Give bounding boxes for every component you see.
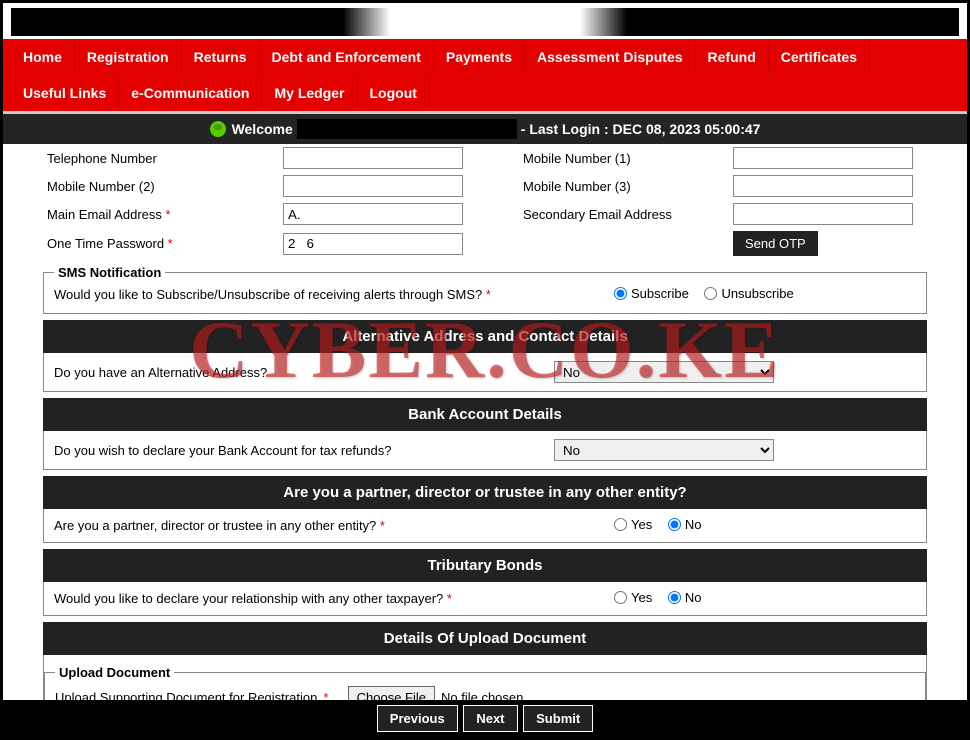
nav-logout[interactable]: Logout [358,75,430,111]
email-input[interactable] [283,203,463,225]
partner-yes-radio[interactable] [614,518,627,531]
send-otp-button[interactable]: Send OTP [733,231,818,256]
nav-debt[interactable]: Debt and Enforcement [260,39,434,75]
nav-refund[interactable]: Refund [696,39,769,75]
mobile3-label: Mobile Number (3) [483,179,733,194]
partner-no-radio[interactable] [668,518,681,531]
alt-address-question: Do you have an Alternative Address? [54,365,554,380]
required-marker: * [166,207,171,222]
partner-no-label: No [685,517,702,532]
mobile2-input[interactable] [283,175,463,197]
trib-yes-radio[interactable] [614,591,627,604]
bank-question: Do you wish to declare your Bank Account… [54,443,554,458]
sms-legend: SMS Notification [54,265,165,280]
header-strip [11,8,959,36]
sms-subscribe-label: Subscribe [631,286,689,301]
telephone-input[interactable] [283,147,463,169]
alt-address-select[interactable]: No [554,361,774,383]
trib-no-radio[interactable] [668,591,681,604]
partner-yes-label: Yes [631,517,652,532]
nav-ledger[interactable]: My Ledger [262,75,357,111]
welcome-bar: Welcome - Last Login : DEC 08, 2023 05:0… [3,114,967,144]
tributary-header: Tributary Bonds [43,549,927,582]
sms-question: Would you like to Subscribe/Unsubscribe … [54,287,486,302]
required-marker: * [486,287,491,302]
nav-ecomm[interactable]: e-Communication [119,75,262,111]
required-marker: * [168,236,173,251]
submit-button[interactable]: Submit [523,705,593,732]
otp-input[interactable] [283,233,463,255]
upload-legend: Upload Document [55,665,174,680]
trib-yes-label: Yes [631,590,652,605]
nav-payments[interactable]: Payments [434,39,525,75]
trib-no-label: No [685,590,702,605]
telephone-label: Telephone Number [43,151,283,166]
otp-label: One Time Password [47,236,168,251]
required-marker: * [447,591,452,606]
nav-links[interactable]: Useful Links [11,75,119,111]
mobile3-input[interactable] [733,175,913,197]
email2-label: Secondary Email Address [483,207,733,222]
sms-unsubscribe-label: Unsubscribe [721,286,793,301]
partner-question: Are you a partner, director or trustee i… [54,518,380,533]
email-label: Main Email Address [47,207,166,222]
welcome-prefix: Welcome [232,121,293,137]
alt-address-header: Alternative Address and Contact Details [43,320,927,353]
sms-unsubscribe-radio[interactable] [704,287,717,300]
username-redacted [297,119,517,139]
sms-subscribe-radio[interactable] [614,287,627,300]
sms-fieldset: SMS Notification Would you like to Subsc… [43,265,927,314]
next-button[interactable]: Next [463,705,517,732]
mobile2-label: Mobile Number (2) [43,179,283,194]
bank-select[interactable]: No [554,439,774,461]
nav-certificates[interactable]: Certificates [769,39,870,75]
previous-button[interactable]: Previous [377,705,458,732]
user-icon [210,121,226,137]
tributary-question: Would you like to declare your relations… [54,591,447,606]
footer-buttons: Previous Next Submit [3,700,967,737]
nav-registration[interactable]: Registration [75,39,182,75]
main-nav: Home Registration Returns Debt and Enfor… [3,39,967,114]
required-marker: * [380,518,385,533]
nav-home[interactable]: Home [11,39,75,75]
nav-disputes[interactable]: Assessment Disputes [525,39,696,75]
bank-header: Bank Account Details [43,398,927,431]
upload-header: Details Of Upload Document [43,622,927,655]
email2-input[interactable] [733,203,913,225]
mobile1-input[interactable] [733,147,913,169]
last-login: - Last Login : DEC 08, 2023 05:00:47 [521,121,761,137]
partner-header: Are you a partner, director or trustee i… [43,476,927,509]
nav-returns[interactable]: Returns [182,39,260,75]
mobile1-label: Mobile Number (1) [483,151,733,166]
